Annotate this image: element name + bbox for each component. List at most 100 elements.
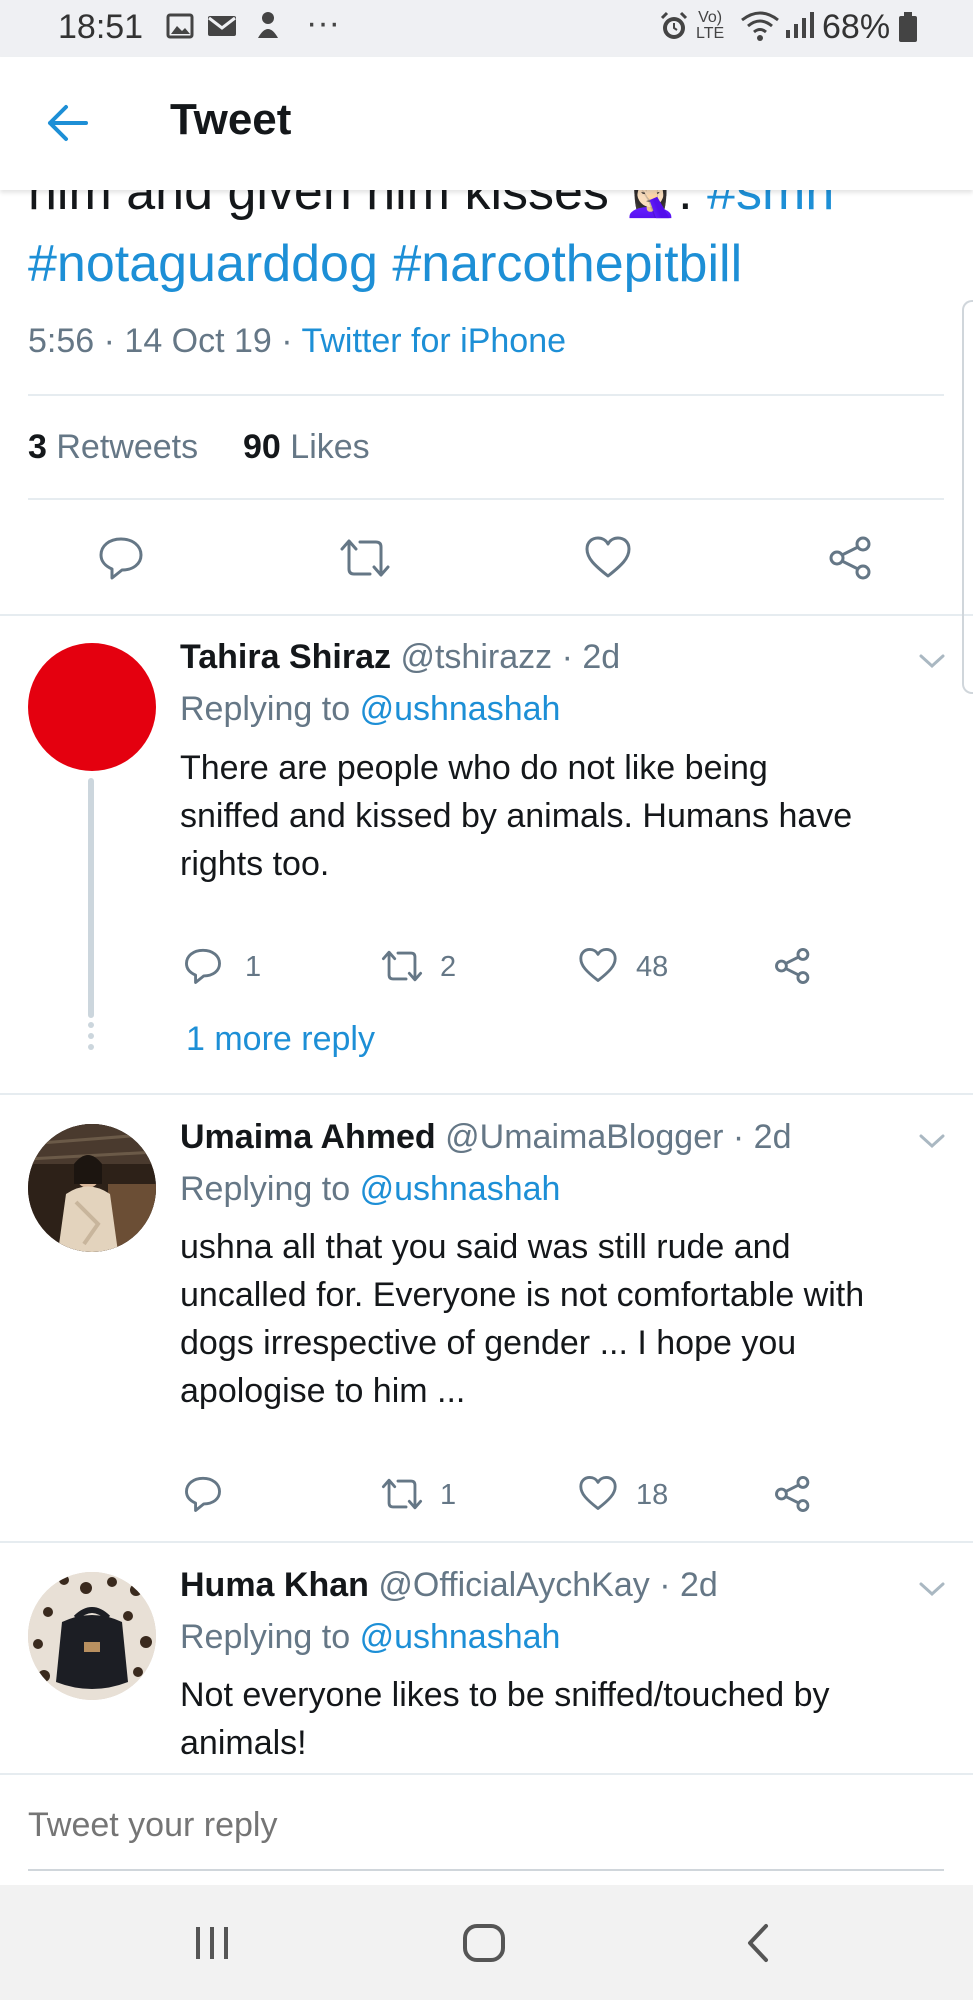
avatar[interactable] [28, 1124, 156, 1252]
scrollbar[interactable] [962, 300, 973, 694]
battery-icon [898, 12, 918, 42]
app-header: Tweet [0, 57, 973, 190]
reply-age: · 2d [561, 638, 621, 676]
replying-label: Replying to [180, 1170, 351, 1208]
reply-author-row: Tahira Shiraz @tshirazz · 2d [180, 638, 620, 677]
author-name[interactable]: Tahira Shiraz [180, 638, 391, 676]
reply-author-row: Huma Khan @OfficialAychKay · 2d [180, 1566, 718, 1605]
reply-text: ushna all that you said was still rude a… [180, 1223, 864, 1415]
reply-text-line: rights too. [180, 845, 330, 883]
thread-line [88, 778, 94, 1018]
retweets-stat[interactable]: 3 Retweets [28, 428, 198, 466]
page-title: Tweet [170, 95, 292, 144]
reply-text: Not everyone likes to be sniffed/touched… [180, 1671, 830, 1767]
system-nav-bar [0, 1885, 973, 2000]
reply-text-line: apologise to him ... [180, 1372, 466, 1410]
retweet-icon[interactable] [338, 537, 392, 579]
divider [0, 614, 973, 616]
separator: · [281, 322, 293, 360]
replying-label: Replying to [180, 690, 351, 728]
reply-age: · 2d [732, 1118, 792, 1156]
engagement-stats: 3 Retweets 90 Likes [28, 428, 370, 467]
retweet-count: 1 [440, 1479, 457, 1511]
notification-app-icon [254, 10, 282, 40]
hashtag-link[interactable]: #narcothepitbill [392, 235, 742, 293]
status-bar: 18:51 ··· Vo) LTE 68% [0, 0, 973, 57]
reply-text-line: Not everyone likes to be sniffed/touched… [180, 1676, 830, 1714]
thread-dots [88, 1022, 94, 1050]
divider [0, 1541, 973, 1543]
likes-stat[interactable]: 90 Likes [243, 428, 370, 466]
separator: · [103, 322, 115, 360]
mention-link[interactable]: @ushnashah [360, 1170, 561, 1208]
mention-link[interactable]: @ushnashah [360, 690, 561, 728]
mail-icon [206, 12, 238, 40]
alarm-icon [658, 10, 690, 42]
volte-indicator: Vo) LTE [696, 9, 725, 42]
battery-percent: 68% [822, 8, 891, 46]
chevron-down-icon[interactable] [918, 652, 946, 670]
like-icon[interactable] [578, 1475, 618, 1511]
reply-age: · 2d [659, 1566, 718, 1604]
divider [28, 394, 944, 396]
more-replies-link[interactable]: 1 more reply [186, 1020, 375, 1059]
replying-to-row: Replying to @ushnashah [180, 690, 560, 729]
share-icon[interactable] [828, 535, 874, 581]
like-count: 18 [636, 1479, 669, 1511]
reply-icon[interactable] [184, 947, 222, 985]
divider [28, 498, 944, 500]
reply-text-line: dogs irrespective of gender ... I hope y… [180, 1324, 797, 1362]
replying-label: Replying to [180, 1618, 351, 1656]
author-handle[interactable]: @OfficialAychKay [378, 1566, 649, 1604]
author-handle[interactable]: @UmaimaBlogger [445, 1118, 723, 1156]
input-underline [28, 1869, 944, 1871]
like-icon[interactable] [578, 947, 618, 983]
status-time: 18:51 [58, 8, 144, 46]
tweet-time: 5:56 [28, 322, 95, 360]
reply-composer [0, 1773, 973, 1885]
author-handle[interactable]: @tshirazz [400, 638, 552, 676]
tweet-timestamp-row: 5:56 · 14 Oct 19 · Twitter for iPhone [28, 322, 566, 361]
more-notifications-icon: ··· [306, 4, 340, 42]
reply-icon[interactable] [184, 1475, 222, 1513]
reply-icon[interactable] [98, 535, 144, 581]
like-count: 48 [636, 951, 669, 983]
home-icon[interactable] [462, 1923, 506, 1963]
gallery-icon [166, 12, 194, 40]
share-icon[interactable] [774, 1475, 812, 1513]
recent-apps-icon[interactable] [192, 1925, 232, 1961]
avatar[interactable] [28, 643, 156, 771]
divider [0, 1093, 973, 1095]
author-name[interactable]: Huma Khan [180, 1566, 369, 1604]
reply-text-line: ushna all that you said was still rude a… [180, 1228, 791, 1266]
signal-icon [784, 12, 814, 40]
reply-text: There are people who do not like being s… [180, 744, 852, 888]
divider [0, 1773, 973, 1775]
retweet-icon[interactable] [380, 949, 424, 983]
reply-text-line: animals! [180, 1724, 307, 1762]
reply-count: 1 [245, 951, 262, 983]
reply-author-row: Umaima Ahmed @UmaimaBlogger · 2d [180, 1118, 791, 1157]
reply-text-line: sniffed and kissed by animals. Humans ha… [180, 797, 853, 835]
reply-input[interactable] [28, 1795, 928, 1855]
replying-to-row: Replying to @ushnashah [180, 1618, 560, 1657]
tweet-date: 14 Oct 19 [124, 322, 272, 360]
chevron-down-icon[interactable] [918, 1132, 946, 1150]
chevron-down-icon[interactable] [918, 1580, 946, 1598]
reply-text-line: uncalled for. Everyone is not comfortabl… [180, 1276, 865, 1314]
replying-to-row: Replying to @ushnashah [180, 1170, 560, 1209]
main-tweet-hashtags: #notaguarddog #narcothepitbill [28, 232, 742, 296]
retweet-count: 2 [440, 951, 457, 983]
hashtag-link[interactable]: #notaguarddog [28, 235, 378, 293]
back-icon[interactable] [744, 1923, 772, 1963]
tweet-source-link[interactable]: Twitter for iPhone [301, 322, 566, 360]
wifi-icon [740, 10, 780, 42]
retweet-icon[interactable] [380, 1477, 424, 1511]
share-icon[interactable] [774, 947, 812, 985]
author-name[interactable]: Umaima Ahmed [180, 1118, 436, 1156]
mention-link[interactable]: @ushnashah [360, 1618, 561, 1656]
arrow-left-icon[interactable] [44, 103, 88, 143]
like-icon[interactable] [584, 535, 632, 579]
avatar[interactable] [28, 1572, 156, 1700]
reply-text-line: There are people who do not like being [180, 749, 768, 787]
